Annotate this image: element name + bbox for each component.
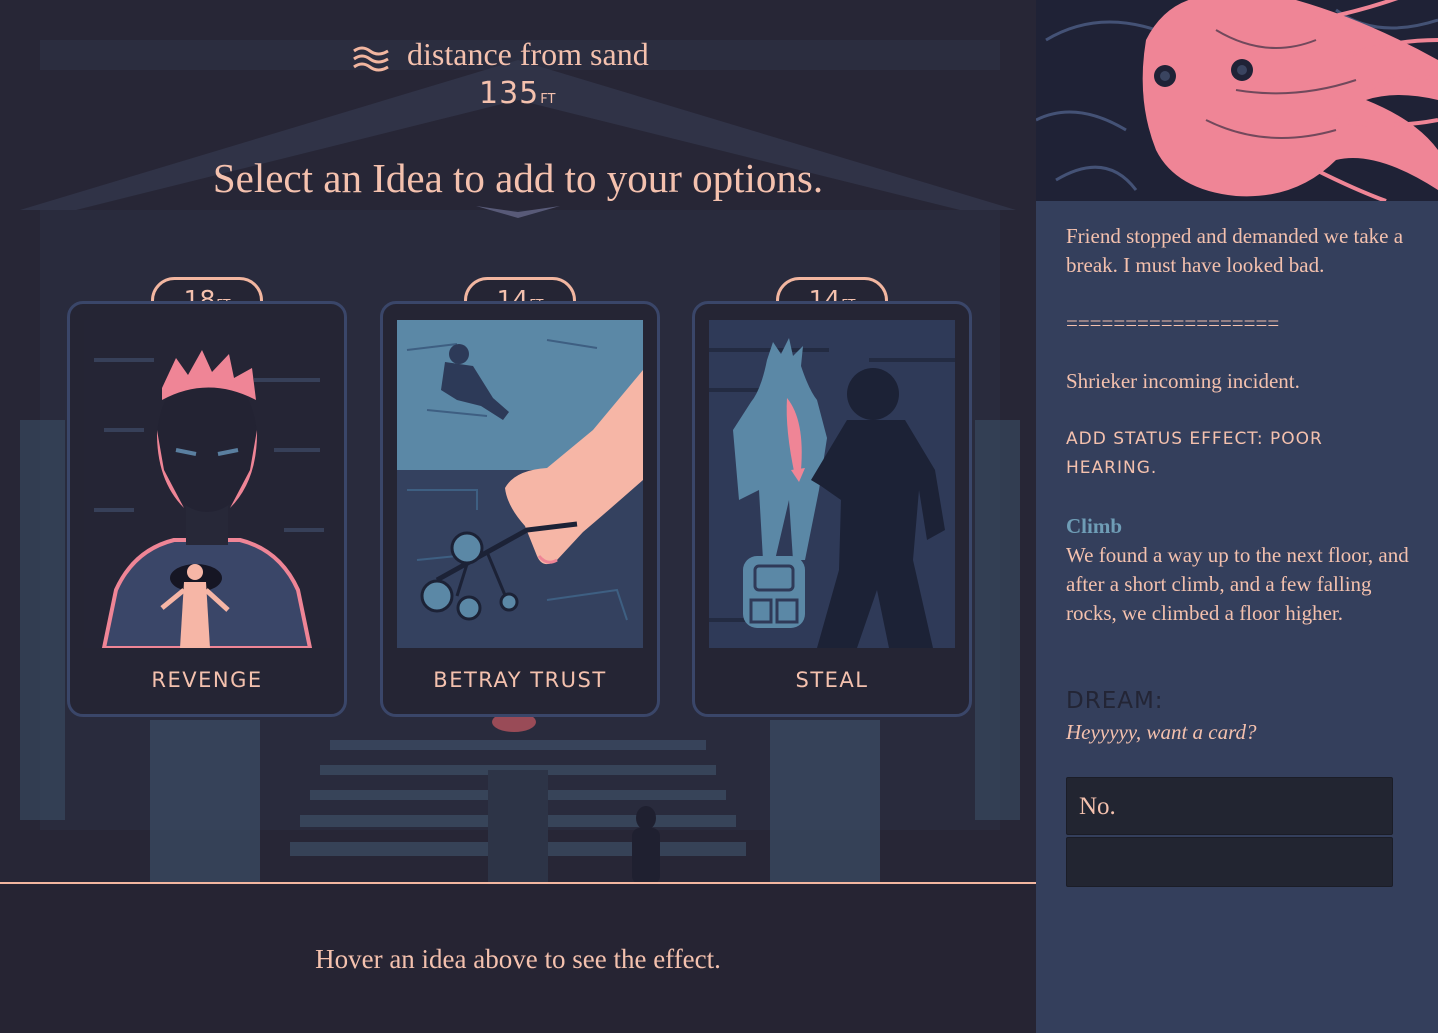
card-art — [397, 320, 643, 648]
idea-card-steal[interactable]: STEAL — [692, 301, 972, 717]
page-title: Select an Idea to add to your options. — [212, 155, 824, 201]
card-title: BETRAY TRUST — [433, 668, 607, 692]
log-entry: Friend stopped and demanded we take a br… — [1066, 224, 1404, 277]
log-entry: Shrieker incoming incident. — [1066, 369, 1300, 393]
idea-card-revenge[interactable]: REVENGE — [67, 301, 347, 717]
effect-hint: Hover an idea above to see the effect. — [315, 944, 721, 974]
betray-trust-illustration — [397, 320, 643, 648]
shrieker-illustration — [1036, 0, 1438, 201]
story-log: Friend stopped and demanded we take a br… — [1066, 222, 1411, 628]
status-effect-notice: ADD STATUS EFFECT: POOR HEARING. — [1066, 429, 1323, 478]
choice-button-no[interactable]: No. — [1066, 777, 1393, 835]
dream-label: DREAM: — [1066, 688, 1164, 714]
idea-card-betray-trust[interactable]: BETRAY TRUST — [380, 301, 660, 717]
choice-button[interactable] — [1066, 837, 1393, 887]
shrieker-portrait — [1036, 0, 1438, 201]
dream-text: Heyyyyy, want a card? — [1066, 720, 1257, 744]
distance-value: 135 — [479, 76, 540, 111]
card-art — [84, 320, 330, 648]
distance-unit: FT — [540, 92, 556, 107]
card-title: STEAL — [795, 668, 869, 692]
distance-readout: 135FT — [479, 76, 555, 111]
log-divider: ================== — [1066, 311, 1280, 335]
revenge-illustration — [84, 320, 330, 648]
log-heading: Climb — [1066, 514, 1123, 538]
card-title: REVENGE — [151, 668, 263, 692]
steal-illustration — [709, 320, 955, 648]
waves-icon — [353, 46, 389, 72]
card-art — [709, 320, 955, 648]
distance-label: distance from sand — [407, 36, 649, 72]
story-sidebar: Friend stopped and demanded we take a br… — [1036, 0, 1438, 1033]
log-entry: We found a way up to the next floor, and… — [1066, 543, 1409, 625]
